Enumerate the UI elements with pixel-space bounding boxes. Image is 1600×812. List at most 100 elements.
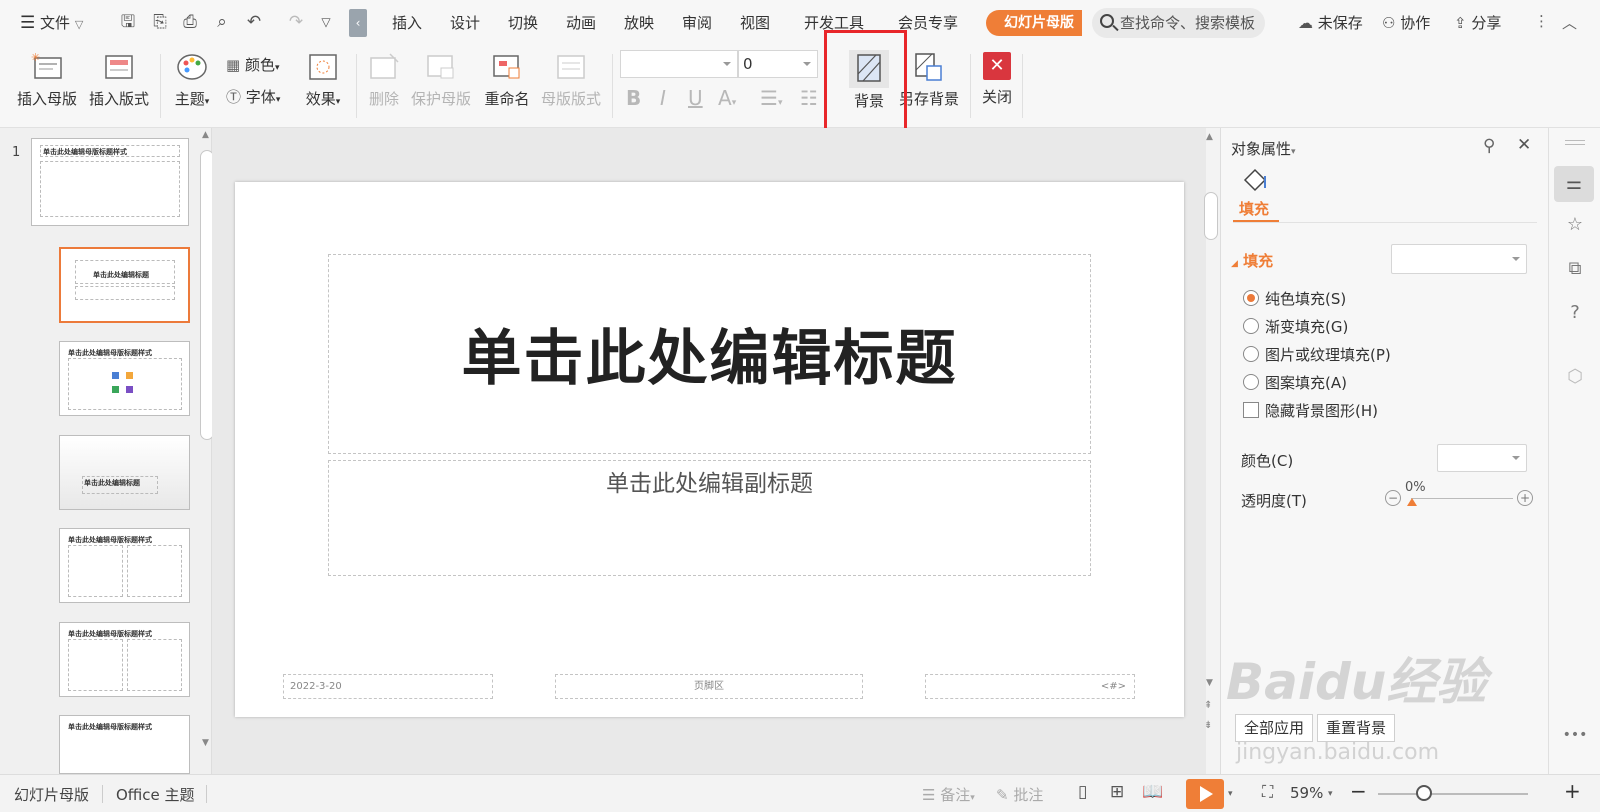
slide-title[interactable]: 单击此处编辑标题 <box>235 310 1184 397</box>
fill-section-header[interactable]: ◢ 填充 <box>1231 250 1273 271</box>
gradient-fill-radio[interactable] <box>1243 318 1259 334</box>
transparency-slider[interactable] <box>1411 498 1513 499</box>
fit-window-icon[interactable]: ⛶ <box>1262 782 1273 802</box>
collapse-ribbon-icon[interactable]: ︿ <box>1562 12 1577 33</box>
font-size-combo[interactable]: 0 <box>738 50 818 78</box>
collaborate-button[interactable]: ⚇ 协作 <box>1382 12 1430 33</box>
slider-thumb[interactable] <box>1407 498 1417 506</box>
zoom-in-icon[interactable]: + <box>1564 779 1581 803</box>
picture-fill-radio[interactable] <box>1243 346 1259 362</box>
scroll-tabs-left-icon[interactable]: ‹ <box>349 9 367 37</box>
save-icon[interactable]: 🖫 <box>118 12 138 32</box>
animation-star-icon[interactable]: ☆ <box>1562 212 1588 238</box>
master-layout-button[interactable]: 母版版式 <box>540 52 602 109</box>
scroll-down-icon[interactable]: ▼ <box>1206 678 1213 688</box>
search-input[interactable]: 查找命令、搜索模板 <box>1092 8 1265 38</box>
numbered-list-icon[interactable]: ☷ <box>800 86 818 110</box>
hide-background-label[interactable]: 隐藏背景图形(H) <box>1265 400 1378 421</box>
share-button[interactable]: ⇪ 分享 <box>1454 12 1501 33</box>
panel-title-dropdown[interactable]: 对象属性▾ <box>1231 138 1296 159</box>
reset-background-button[interactable]: 重置背景 <box>1317 714 1395 742</box>
tab-view[interactable]: 视图 <box>740 12 770 33</box>
reading-view-icon[interactable]: 📖 <box>1142 782 1163 802</box>
pattern-fill-label[interactable]: 图案填充(A) <box>1265 372 1347 393</box>
more-icon[interactable]: ••• <box>1562 722 1588 748</box>
normal-view-icon[interactable]: ▯ <box>1078 782 1087 802</box>
slide-sorter-icon[interactable]: ⊞ <box>1110 782 1124 802</box>
zoom-slider-thumb[interactable] <box>1416 785 1432 801</box>
solid-fill-label[interactable]: 纯色填充(S) <box>1265 288 1346 309</box>
solid-fill-radio[interactable] <box>1243 290 1259 306</box>
theme-button[interactable]: 主题▾ <box>170 52 214 109</box>
delete-button[interactable]: 删除 <box>366 52 402 109</box>
fill-type-select[interactable] <box>1391 244 1527 274</box>
pattern-fill-radio[interactable] <box>1243 374 1259 390</box>
thumbnail-layout-two-content[interactable]: 单击此处编辑母版标题样式 <box>59 528 190 603</box>
notes-button[interactable]: ☰ 备注▾ <box>922 784 975 805</box>
bold-icon[interactable]: B <box>626 86 641 110</box>
font-color-icon[interactable]: A▾ <box>718 86 736 110</box>
thumbnail-layout-comparison[interactable]: 单击此处编辑母版标题样式 <box>59 622 190 697</box>
next-slide-icon[interactable]: ⇟ <box>1204 720 1212 731</box>
footer-placeholder[interactable]: 页脚区 <box>555 674 863 699</box>
tab-insert[interactable]: 插入 <box>392 12 422 33</box>
thumbnail-layout-title-only[interactable]: 单击此处编辑母版标题样式 <box>59 715 190 774</box>
plus-icon[interactable]: + <box>1517 490 1533 506</box>
zoom-level[interactable]: 59% <box>1290 784 1323 802</box>
date-placeholder[interactable]: 2022-3-20 <box>283 674 493 699</box>
picture-fill-label[interactable]: 图片或纹理填充(P) <box>1265 344 1391 365</box>
canvas-scrollbar[interactable] <box>1204 192 1218 240</box>
redo-icon[interactable]: ↷ <box>286 12 306 32</box>
zoom-slider[interactable] <box>1378 793 1528 795</box>
scroll-down-icon[interactable]: ▼ <box>202 738 209 748</box>
underline-icon[interactable]: U <box>688 86 703 110</box>
tab-transitions[interactable]: 切换 <box>508 12 538 33</box>
comments-button[interactable]: ✎ 批注 <box>996 784 1043 805</box>
tab-design[interactable]: 设计 <box>450 12 480 33</box>
rename-button[interactable]: 重命名 <box>484 52 530 109</box>
minus-icon[interactable]: − <box>1385 490 1401 506</box>
colors-button[interactable]: ▦ 颜色▾ <box>226 54 280 75</box>
thumbnail-layout-content[interactable]: 单击此处编辑母版标题样式 <box>59 341 190 416</box>
tab-fill[interactable]: 填充 <box>1239 198 1269 219</box>
cube-icon[interactable]: ⬡ <box>1562 364 1588 390</box>
customize-quick-access-icon[interactable]: ▽ <box>316 12 336 32</box>
bullet-list-icon[interactable]: ☰▾ <box>760 86 782 110</box>
thumbnail-layout-section[interactable]: 单击此处编辑标题 <box>59 435 190 510</box>
save-background-button[interactable]: 另存背景 <box>898 52 960 109</box>
thumbnail-layout-title[interactable]: 单击此处编辑标题 <box>59 247 190 323</box>
zoom-out-icon[interactable]: − <box>1350 779 1367 803</box>
tab-animations[interactable]: 动画 <box>566 12 596 33</box>
properties-sliders-icon[interactable]: ⚌ <box>1554 166 1594 202</box>
color-picker[interactable] <box>1437 444 1527 472</box>
insert-master-button[interactable]: ✳ 插入母版 <box>16 51 78 109</box>
gradient-fill-label[interactable]: 渐变填充(G) <box>1265 316 1348 337</box>
export-icon[interactable]: ⎘ <box>150 12 170 32</box>
tab-slideshow[interactable]: 放映 <box>624 12 654 33</box>
chevron-down-icon[interactable]: ▾ <box>1328 789 1333 799</box>
tab-review[interactable]: 审阅 <box>682 12 712 33</box>
thumbnail-master[interactable]: 单击此处编辑母版标题样式 <box>31 138 189 226</box>
chevron-down-icon[interactable]: ▾ <box>1228 789 1233 799</box>
print-icon[interactable]: ⎙ <box>180 12 200 32</box>
slide-switch-icon[interactable]: ⧉ <box>1562 256 1588 282</box>
slide-subtitle[interactable]: 单击此处编辑副标题 <box>235 464 1184 498</box>
close-master-button[interactable]: ✕ 关闭 <box>980 52 1014 107</box>
apply-all-button[interactable]: 全部应用 <box>1235 714 1313 742</box>
effects-button[interactable]: 效果▾ <box>302 52 344 109</box>
scroll-up-icon[interactable]: ▲ <box>202 130 209 140</box>
font-name-combo[interactable] <box>620 50 738 78</box>
pin-icon[interactable]: ⚲ <box>1483 136 1495 156</box>
undo-icon[interactable]: ↶ <box>244 12 264 32</box>
slide-number-placeholder[interactable]: <#> <box>925 674 1135 699</box>
print-preview-icon[interactable]: ⌕ <box>212 12 232 32</box>
play-slideshow-button[interactable] <box>1186 779 1224 809</box>
unsaved-button[interactable]: ☁ 未保存 <box>1298 12 1363 33</box>
more-options-icon[interactable]: ⋮ <box>1534 12 1549 30</box>
italic-icon[interactable]: I <box>660 86 666 110</box>
scroll-up-icon[interactable]: ▲ <box>1206 132 1213 142</box>
help-icon[interactable]: ? <box>1562 300 1588 326</box>
tab-member[interactable]: 会员专享 <box>898 12 958 33</box>
hide-background-checkbox[interactable] <box>1243 402 1259 418</box>
fonts-button[interactable]: Ⓣ 字体▾ <box>226 86 280 107</box>
